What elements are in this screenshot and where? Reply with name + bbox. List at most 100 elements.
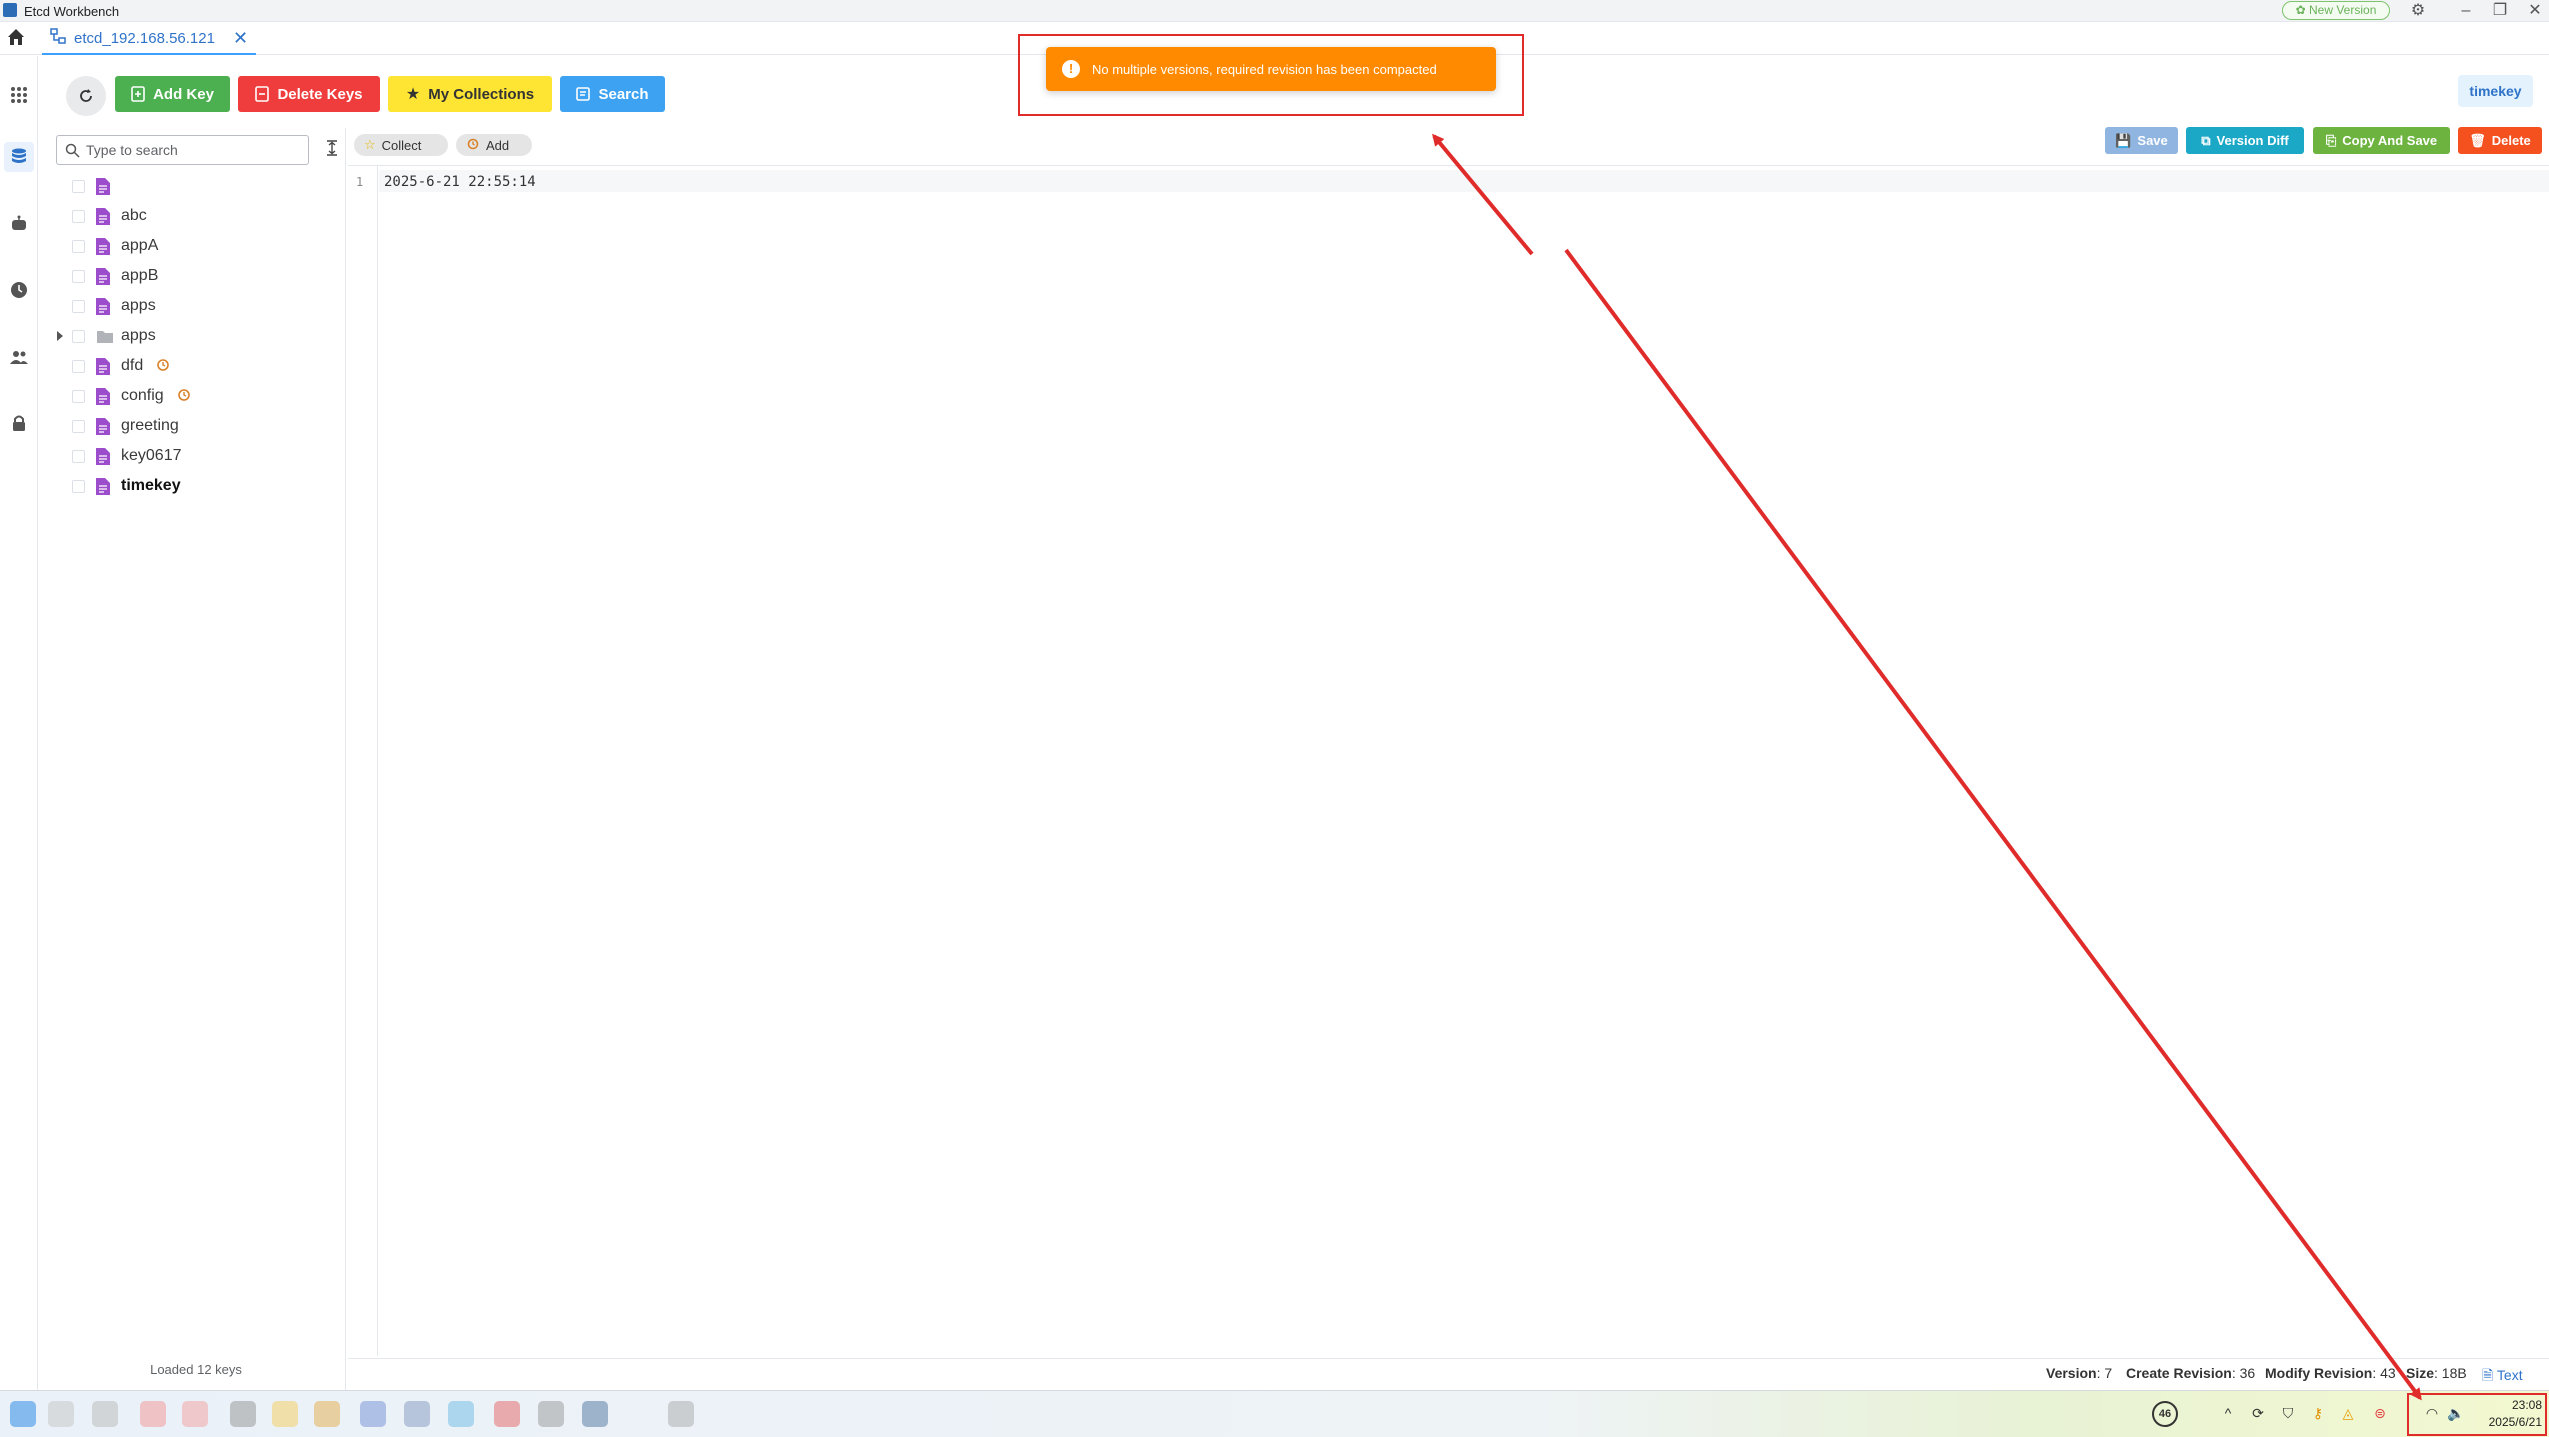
modify-revision-stat: Modify Revision: 43 [2265,1365,2396,1381]
key-checkbox[interactable] [72,269,85,283]
restore-icon[interactable]: ❐ [2488,1,2512,21]
format-label: Text [2496,1367,2523,1383]
taskbar-app-icon[interactable] [48,1401,74,1427]
tree-key-row[interactable]: appA [46,231,346,261]
taskbar-app-icon[interactable] [10,1401,36,1427]
new-version-button[interactable]: ✿ New Version [2282,1,2390,20]
apps-grid-icon[interactable] [4,80,34,110]
editor-content[interactable]: 2025-6-21 22:55:14 [384,174,536,190]
copy-and-save-button[interactable]: ⎘ Copy And Save [2313,127,2450,154]
trash-icon: 🗑 [2469,132,2486,148]
close-icon[interactable]: ✕ [2523,1,2547,21]
delete-key-button[interactable]: 🗑 Delete [2458,127,2542,154]
connection-icon [50,28,66,48]
taskbar-clock[interactable]: 23:08 2025/6/21 [2460,1397,2542,1431]
key-search-box[interactable] [56,135,309,165]
key-checkbox[interactable] [72,479,85,493]
star-icon: ★ [405,86,421,103]
key-search-input[interactable] [86,142,286,158]
tree-key-row[interactable] [46,171,346,201]
version-stat: Version: 7 [2046,1365,2112,1381]
settings-icon[interactable]: ⚙ [2406,1,2430,21]
sync-icon[interactable]: ⟳ [2248,1403,2268,1423]
tree-key-row[interactable]: abc [46,201,346,231]
tray-app-icon[interactable]: ⊜ [2370,1403,2390,1423]
taskbar-app-icon[interactable] [538,1401,564,1427]
key-checkbox[interactable] [72,239,85,253]
delete-keys-label: Delete Keys [277,85,363,103]
key-icon[interactable]: ⚷ [2308,1403,2328,1423]
delete-label: Delete [2491,133,2531,148]
tree-folder-row[interactable]: apps [46,321,346,351]
file-icon [96,478,110,495]
app-logo-icon [3,3,17,17]
key-label: config [121,387,164,404]
taskbar-app-icon[interactable] [668,1401,694,1427]
tree-key-row[interactable]: appB [46,261,346,291]
file-icon [96,418,110,435]
robot-icon[interactable] [4,208,34,238]
bookmark-icon[interactable]: ⛉ [2278,1403,2298,1423]
save-label: Save [2137,133,2168,148]
file-icon [96,178,110,195]
tree-key-row[interactable]: apps [46,291,346,321]
collect-chip[interactable]: ☆ Collect [354,134,448,156]
lease-timer-icon [155,358,171,376]
key-checkbox[interactable] [72,419,85,433]
taskbar-app-icon[interactable] [182,1401,208,1427]
lock-icon[interactable] [4,408,34,438]
refresh-button[interactable] [66,76,106,116]
taskbar-app-icon[interactable] [582,1401,608,1427]
collapse-all-icon[interactable] [322,140,342,160]
tree-key-row[interactable]: key0617 [46,441,346,471]
tree-key-row[interactable]: config [46,381,346,411]
add-lease-chip[interactable]: Add [456,134,532,156]
tree-key-row[interactable]: timekey [46,471,346,501]
notification-count-badge[interactable]: 46 [2152,1401,2178,1427]
taskbar-app-icon[interactable] [92,1401,118,1427]
format-selector[interactable]: 🗎 Text [2482,1365,2523,1389]
modify-revision-value: : 43 [2372,1365,2396,1381]
tree-key-row[interactable]: greeting [46,411,346,441]
tab-close-icon[interactable]: ✕ [233,28,248,49]
key-checkbox[interactable] [72,389,85,403]
value-editor[interactable]: 1 2025-6-21 22:55:14 [348,165,2549,1356]
key-checkbox[interactable] [72,329,85,343]
key-checkbox[interactable] [72,359,85,373]
key-checkbox[interactable] [72,449,85,463]
taskbar-app-icon[interactable] [404,1401,430,1427]
key-tree: abc appA appB apps apps dfd config greeting key0… [46,171,346,501]
key-checkbox[interactable] [72,209,85,223]
star-outline-icon: ☆ [364,137,376,152]
key-checkbox[interactable] [72,299,85,313]
tray-app-icon[interactable]: ◬ [2338,1403,2358,1423]
search-button[interactable]: Search [560,76,665,112]
taskbar-app-icon[interactable] [494,1401,520,1427]
taskbar-app-icon[interactable] [230,1401,256,1427]
document-icon: 🗎 [2482,1367,2494,1383]
clock-icon[interactable] [4,275,34,305]
database-icon[interactable] [4,142,34,172]
users-icon[interactable] [4,342,34,372]
version-diff-button[interactable]: ⧉ Version Diff [2186,127,2304,154]
home-icon[interactable] [6,27,26,47]
tree-key-row[interactable]: dfd [46,351,346,381]
tab-connection[interactable]: etcd_192.168.56.121 ✕ [42,23,257,55]
minimize-icon[interactable]: – [2454,1,2478,21]
key-checkbox[interactable] [72,179,85,193]
add-label: Add [486,137,510,153]
taskbar-app-icon[interactable] [360,1401,386,1427]
taskbar-app-icon[interactable] [272,1401,298,1427]
taskbar-app-icon[interactable] [448,1401,474,1427]
delete-keys-button[interactable]: Delete Keys [238,76,380,112]
current-key-badge: timekey [2458,75,2533,107]
add-key-button[interactable]: Add Key [115,76,230,112]
save-button[interactable]: 💾 Save [2105,127,2178,154]
taskbar-app-icon[interactable] [314,1401,340,1427]
taskbar-app-icon[interactable] [140,1401,166,1427]
file-icon [96,388,110,405]
key-label: dfd [121,357,144,374]
expand-arrow-icon[interactable] [55,331,65,341]
my-collections-button[interactable]: ★ My Collections [388,76,552,112]
chevron-up-icon[interactable]: ^ [2218,1403,2238,1423]
